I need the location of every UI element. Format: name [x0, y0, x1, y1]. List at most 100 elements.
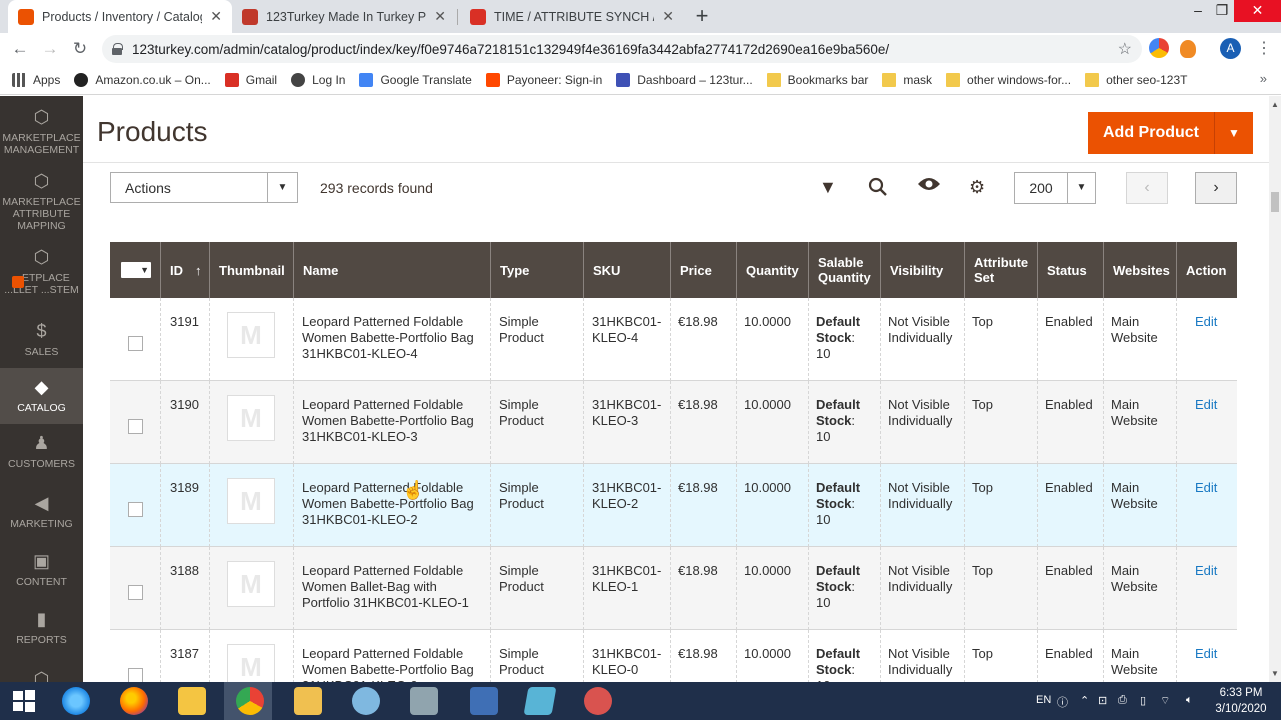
sidebar-item-marketplace-wallet-system[interactable]: ⬡ ...ETPLACE ...LLET ...STEM — [0, 246, 83, 296]
sidebar-item-marketing[interactable]: ◀ MARKETING — [0, 492, 83, 530]
per-page-select[interactable]: 200 ▼ — [1014, 172, 1096, 204]
minimize-window-icon[interactable]: – — [1186, 0, 1210, 22]
browser-tab-time-attribute[interactable]: TIME / ATTRIBUTE SYNCH / Prod ✕ — [460, 0, 684, 33]
browser-menu-icon[interactable]: ⋮ — [1256, 38, 1272, 58]
product-thumbnail[interactable]: M — [227, 561, 275, 607]
address-bar[interactable]: 123turkey.com/admin/catalog/product/inde… — [102, 35, 1142, 63]
edit-link[interactable]: Edit — [1195, 397, 1217, 413]
gear-icon[interactable]: ⚙ — [969, 177, 985, 198]
sidebar-item-marketplace-attribute-mapping[interactable]: ⬡ MARKETPLACE ATTRIBUTE MAPPING — [0, 170, 83, 232]
close-window-icon[interactable]: ✕ — [1234, 0, 1281, 22]
close-tab-icon[interactable]: ✕ — [210, 8, 222, 25]
column-header-id[interactable]: ID ↑ — [160, 242, 209, 298]
edit-link[interactable]: Edit — [1195, 480, 1217, 496]
browser-tab-123turkey[interactable]: 123Turkey Made In Turkey Produ ✕ — [232, 0, 456, 33]
column-header-status[interactable]: Status — [1037, 242, 1103, 298]
network-icon[interactable]: ⊡ — [1098, 694, 1107, 707]
internet-explorer-icon[interactable] — [62, 687, 90, 715]
close-tab-icon[interactable]: ✕ — [662, 8, 674, 25]
edit-link[interactable]: Edit — [1195, 314, 1217, 330]
column-header-sku[interactable]: SKU — [583, 242, 670, 298]
previous-page-button[interactable]: ‹ — [1126, 172, 1168, 204]
add-product-button[interactable]: Add Product ▼ — [1088, 112, 1253, 154]
columns-view-eye-icon[interactable] — [917, 176, 941, 197]
help-icon[interactable]: ⓘ — [1057, 694, 1068, 710]
wifi-icon[interactable]: ⌔ — [1160, 694, 1170, 708]
battery-icon[interactable]: ▯ — [1140, 694, 1146, 707]
mass-actions-select[interactable]: Actions ▼ — [110, 172, 298, 203]
bookmark-amazon[interactable]: Amazon.co.uk – On... — [74, 72, 211, 87]
file-explorer-icon[interactable] — [178, 687, 206, 715]
fire-extension-icon[interactable] — [1180, 40, 1196, 58]
column-header-attribute-set[interactable]: Attribute Set — [964, 242, 1037, 298]
bookmark-apps[interactable]: Apps — [12, 72, 60, 87]
network-tool-icon[interactable] — [470, 687, 498, 715]
restore-window-icon[interactable]: ❐ — [1210, 0, 1234, 22]
mass-select-checkbox[interactable] — [110, 242, 160, 298]
sidebar-item-customers[interactable]: ♟ CUSTOMERS — [0, 432, 83, 470]
product-thumbnail[interactable]: M — [227, 644, 275, 682]
mail-folder-icon[interactable] — [294, 687, 322, 715]
sidebar-item-sales[interactable]: $ SALES — [0, 320, 83, 358]
search-icon[interactable] — [868, 177, 888, 202]
product-thumbnail[interactable]: M — [227, 312, 275, 358]
close-tab-icon[interactable]: ✕ — [434, 8, 446, 25]
sidebar-item-stores[interactable]: ⬡ — [0, 668, 83, 682]
sidebar-item-reports[interactable]: ▮ REPORTS — [0, 608, 83, 646]
bookmark-folder-other-seo[interactable]: other seo-123T — [1085, 72, 1187, 87]
chrome-extension-icon[interactable] — [1149, 38, 1169, 58]
product-thumbnail[interactable]: M — [227, 395, 275, 441]
sidebar-item-catalog[interactable]: ◆ CATALOG — [0, 368, 83, 424]
bookmark-google-translate[interactable]: Google Translate — [359, 72, 472, 87]
row-checkbox[interactable] — [128, 336, 143, 351]
filter-icon[interactable]: ▼ — [819, 177, 837, 198]
calculator-icon[interactable] — [410, 687, 438, 715]
volume-icon[interactable]: 🔈︎ — [1186, 694, 1193, 707]
language-indicator[interactable]: EN — [1036, 694, 1051, 706]
column-header-price[interactable]: Price — [670, 242, 736, 298]
new-tab-plus-icon[interactable]: + — [690, 4, 714, 28]
chevron-down-icon[interactable]: ▼ — [1067, 173, 1095, 203]
windows-start-icon[interactable] — [10, 687, 38, 715]
bookmark-gmail[interactable]: Gmail — [224, 72, 277, 87]
column-header-websites[interactable]: Websites — [1103, 242, 1176, 298]
bookmark-login[interactable]: Log In — [291, 72, 345, 87]
browser-tab-products[interactable]: Products / Inventory / Catalog / ✕ — [8, 0, 232, 33]
swirl-app-icon[interactable] — [584, 687, 612, 715]
row-checkbox[interactable] — [128, 668, 143, 682]
bookmark-folder-other-windows[interactable]: other windows-for... — [946, 72, 1071, 87]
column-header-salable-quantity[interactable]: Salable Quantity — [808, 242, 880, 298]
reload-icon[interactable]: ↻ — [68, 37, 92, 61]
row-checkbox[interactable] — [128, 419, 143, 434]
system-clock[interactable]: 6:33 PM 3/10/2020 — [1208, 685, 1274, 717]
scroll-up-arrow-icon[interactable]: ▲ — [1271, 100, 1279, 109]
row-checkbox[interactable] — [128, 585, 143, 600]
tray-chevron-icon[interactable]: ⌃ — [1080, 694, 1089, 707]
next-page-button[interactable]: › — [1195, 172, 1237, 204]
mass-select-dropdown-icon[interactable] — [121, 262, 151, 278]
add-product-dropdown-icon[interactable]: ▼ — [1215, 126, 1253, 140]
chevron-down-icon[interactable]: ▼ — [267, 173, 297, 202]
bookmark-payoneer[interactable]: Payoneer: Sign-in — [485, 72, 602, 87]
firefox-icon[interactable] — [120, 687, 148, 715]
bookmark-dashboard[interactable]: Dashboard – 123tur... — [616, 72, 753, 87]
profile-avatar[interactable]: A — [1220, 38, 1241, 59]
scroll-down-arrow-icon[interactable]: ▼ — [1271, 669, 1279, 678]
column-header-type[interactable]: Type — [490, 242, 583, 298]
page-scrollbar[interactable]: ▲ ▼ — [1269, 96, 1281, 682]
edit-link[interactable]: Edit — [1195, 646, 1217, 662]
sidebar-item-marketplace-management[interactable]: ⬡ MARKETPLACE MANAGEMENT — [0, 106, 83, 156]
notepad-icon[interactable] — [523, 687, 557, 715]
scrollbar-thumb[interactable] — [1271, 192, 1279, 212]
bookmark-star-icon[interactable]: ☆ — [1118, 39, 1132, 59]
edit-link[interactable]: Edit — [1195, 563, 1217, 579]
paint-icon[interactable] — [352, 687, 380, 715]
column-header-name[interactable]: Name — [293, 242, 490, 298]
back-arrow-icon[interactable]: ← — [8, 37, 32, 61]
bookmark-folder-bookmarks-bar[interactable]: Bookmarks bar — [766, 72, 868, 87]
product-thumbnail[interactable]: M — [227, 478, 275, 524]
bookmarks-overflow-icon[interactable]: » — [1260, 71, 1267, 86]
row-checkbox[interactable] — [128, 502, 143, 517]
bookmark-folder-mask[interactable]: mask — [882, 72, 932, 87]
column-header-visibility[interactable]: Visibility — [880, 242, 964, 298]
